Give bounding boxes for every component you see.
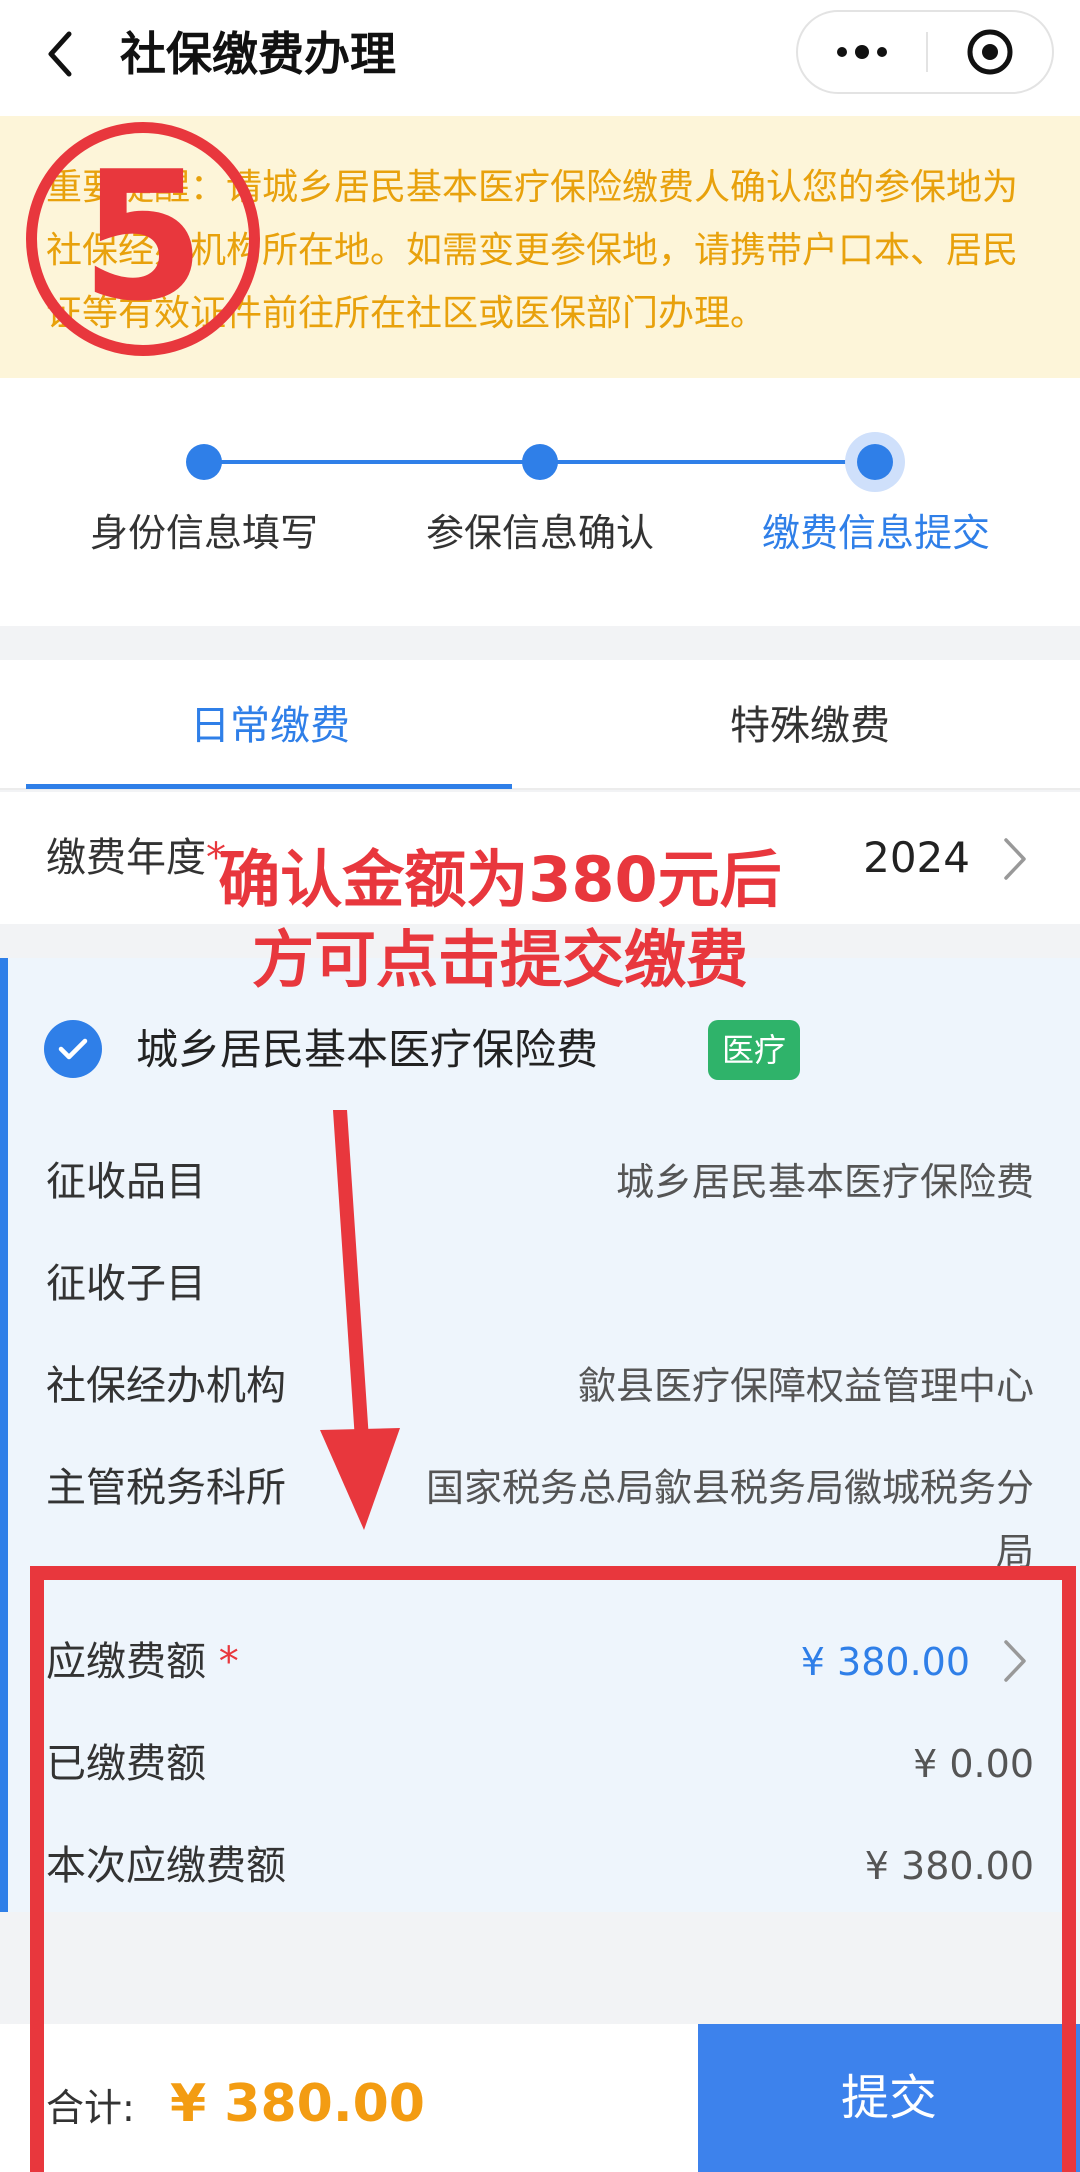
medical-tag: 医疗 xyxy=(708,1020,801,1080)
step-dot-2 xyxy=(522,444,558,480)
step-label-insurance: 参保信息确认 xyxy=(425,511,654,555)
check-circle-icon[interactable] xyxy=(44,1020,102,1078)
collection-item-value: 城乡居民基本医疗保险费 xyxy=(615,1160,1034,1204)
step-connector xyxy=(205,460,540,464)
agency-label: 社保经办机构 xyxy=(46,1363,286,1409)
back-button[interactable] xyxy=(30,24,90,84)
step-number-badge: 5 xyxy=(26,122,260,356)
close-button[interactable] xyxy=(928,12,1052,92)
step-label-identity: 身份信息填写 xyxy=(89,511,318,555)
step-dot-1 xyxy=(186,444,222,480)
insurance-item-name: 城乡居民基本医疗保险费 xyxy=(136,1025,599,1074)
tax-office-value: 国家税务总局歙县税务局徽城税务分局 xyxy=(425,1466,1034,1574)
collection-subitem-label: 征收子目 xyxy=(46,1261,206,1307)
annotation-instruction: 确认金额为380元后 方可点击提交缴费 xyxy=(150,840,850,1000)
annotation-highlight-box xyxy=(30,1566,1076,2172)
mini-program-capsule xyxy=(796,10,1054,94)
step-label-payment: 缴费信息提交 xyxy=(761,511,990,555)
chevron-right-icon xyxy=(1004,838,1026,880)
tab-daily-payment[interactable]: 日常缴费 xyxy=(0,700,540,752)
step-connector xyxy=(540,460,875,464)
payment-year-value: 2024 xyxy=(863,833,970,882)
step-dot-3-active xyxy=(845,432,905,492)
app-header: 社保缴费办理 xyxy=(0,0,1080,116)
annotation-arrow-down-icon xyxy=(320,1110,400,1530)
collection-item-label: 征收品目 xyxy=(46,1159,206,1205)
active-tab-indicator xyxy=(26,784,512,789)
payment-tabs: 日常缴费 特殊缴费 xyxy=(0,660,1080,790)
annotation-line-1: 确认金额为380元后 xyxy=(218,843,782,916)
checkmark-icon xyxy=(58,1038,88,1060)
more-dots-icon xyxy=(837,45,887,59)
more-button[interactable] xyxy=(798,12,926,92)
progress-steps: 身份信息填写 参保信息确认 缴费信息提交 xyxy=(0,378,1080,626)
tax-office-label: 主管税务科所 xyxy=(46,1465,286,1511)
page-title: 社保缴费办理 xyxy=(120,27,396,81)
annotation-line-2: 方可点击提交缴费 xyxy=(251,923,748,996)
target-close-icon xyxy=(967,29,1013,75)
agency-value: 歙县医疗保障权益管理中心 xyxy=(577,1364,1034,1408)
tab-special-payment[interactable]: 特殊缴费 xyxy=(540,700,1080,752)
chevron-left-icon xyxy=(48,31,72,77)
